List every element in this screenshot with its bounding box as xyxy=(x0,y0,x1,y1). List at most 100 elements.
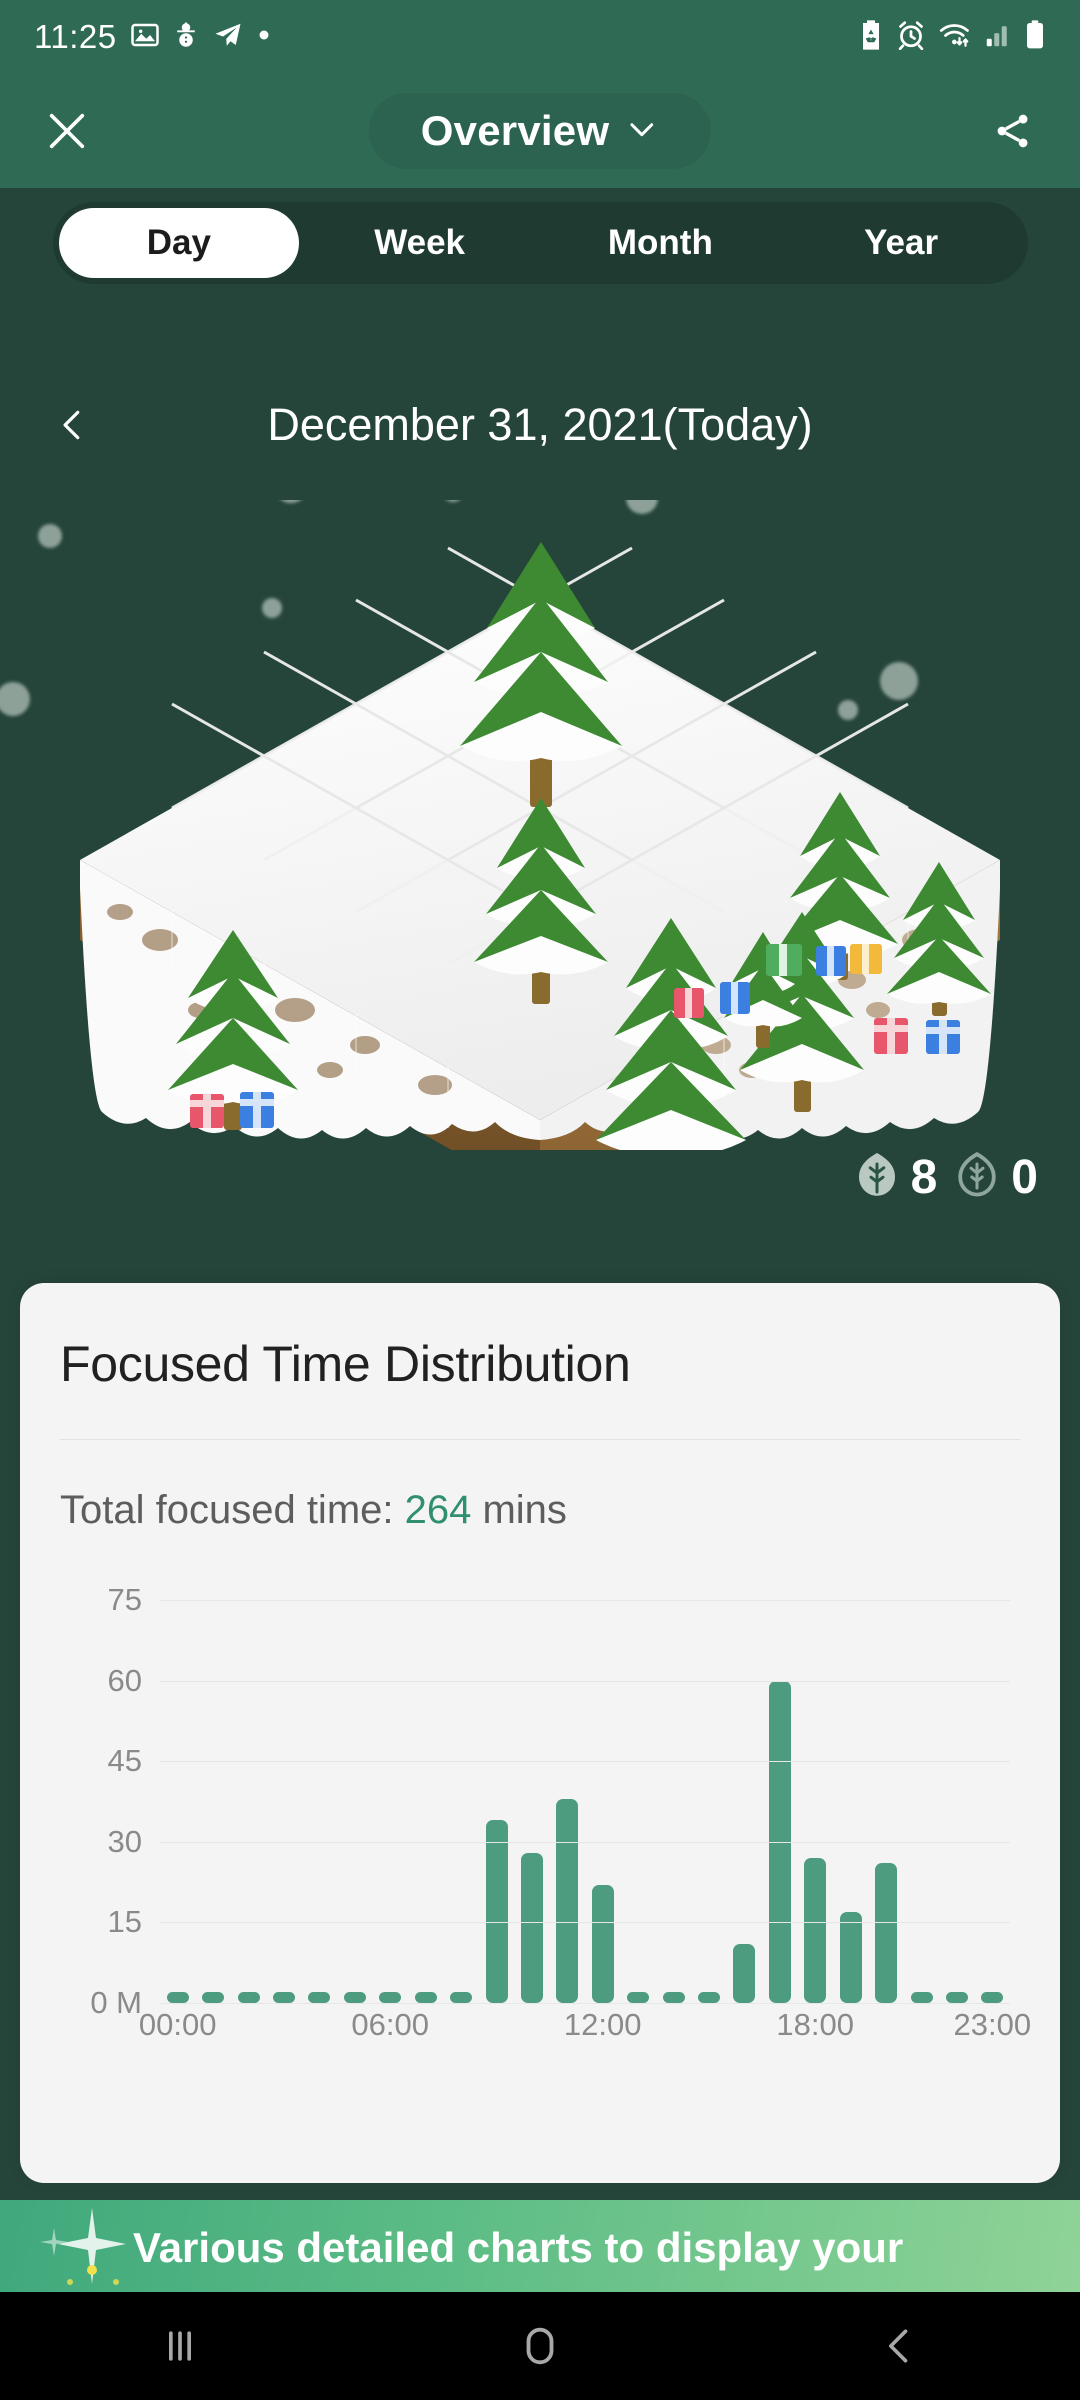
gift-box xyxy=(674,988,704,1018)
gift-box xyxy=(190,1094,224,1128)
alarm-icon xyxy=(896,20,926,55)
snowman-icon xyxy=(173,20,199,55)
chart-bar-slot[interactable] xyxy=(514,1573,549,2003)
chart-bar xyxy=(485,1820,508,2003)
promo-text: Various detailed charts to display your xyxy=(133,2223,904,2271)
healthy-tree-counter: 8 xyxy=(855,1150,938,1204)
period-tabs-track: Day Week Month Year xyxy=(52,202,1028,284)
tab-year[interactable]: Year xyxy=(781,208,1022,278)
chart-bar-slot[interactable] xyxy=(373,1573,408,2003)
chart-gridline xyxy=(160,1761,1010,1763)
chart-bar xyxy=(839,1911,862,2003)
chart-bar xyxy=(450,1992,473,2003)
chart-bar-slot[interactable] xyxy=(550,1573,585,2003)
chart-bar-slot[interactable] xyxy=(798,1573,833,2003)
card-title: Focused Time Distribution xyxy=(60,1336,631,1392)
chart-x-tick: 06:00 xyxy=(351,2007,429,2042)
chart-x-tick: 18:00 xyxy=(776,2007,854,2042)
chart-bar xyxy=(627,1992,650,2003)
focused-time-chart[interactable]: 75 60 45 30 15 0 M 00:00 06:00 12:00 18:00 23:00 xyxy=(60,1573,1031,2063)
chart-bar-slot[interactable] xyxy=(160,1573,195,2003)
tab-day[interactable]: Day xyxy=(58,208,300,278)
telegram-icon xyxy=(212,20,244,55)
battery-icon xyxy=(1024,19,1046,56)
chart-bar-slot[interactable] xyxy=(266,1573,301,2003)
gift-box xyxy=(720,982,750,1014)
chart-bar-slot[interactable] xyxy=(620,1573,655,2003)
chart-bar xyxy=(237,1992,260,2003)
chart-bar-slot[interactable] xyxy=(302,1573,337,2003)
power-saving-icon xyxy=(858,19,884,56)
chart-bar-slot[interactable] xyxy=(231,1573,266,2003)
chart-bar xyxy=(272,1992,295,2003)
leaf-outline-icon xyxy=(955,1151,999,1204)
chart-bar-slot[interactable] xyxy=(195,1573,230,2003)
chart-y-tick: 75 xyxy=(107,1581,142,1617)
chart-bar-slot[interactable] xyxy=(762,1573,797,2003)
gift-box xyxy=(816,946,846,976)
chart-x-axis: 00:00 06:00 12:00 18:00 23:00 xyxy=(139,2007,1031,2057)
chart-bar xyxy=(910,1992,933,2003)
chevron-down-icon xyxy=(625,112,659,151)
snowflake xyxy=(0,682,30,716)
tab-month[interactable]: Month xyxy=(540,208,781,278)
chart-y-tick: 60 xyxy=(107,1662,142,1698)
chart-bar xyxy=(875,1863,898,2003)
chart-bar xyxy=(556,1798,579,2003)
chart-y-tick: 30 xyxy=(107,1823,142,1859)
chart-bar-slot[interactable] xyxy=(443,1573,478,2003)
close-button[interactable] xyxy=(34,98,100,164)
system-nav-bar xyxy=(0,2292,1080,2400)
chart-gridline xyxy=(160,1599,1010,1601)
status-bar-left: 11:25 xyxy=(34,18,271,56)
chart-bar-slot[interactable] xyxy=(691,1573,726,2003)
chart-bar-slot[interactable] xyxy=(727,1573,762,2003)
date-navigation: December 31, 2021(Today) xyxy=(0,380,1080,470)
status-bar-clock: 11:25 xyxy=(34,18,117,55)
home-icon[interactable] xyxy=(465,2292,615,2400)
total-suffix-label: mins xyxy=(471,1488,567,1532)
snowflake xyxy=(274,500,308,503)
recents-icon[interactable] xyxy=(105,2292,255,2400)
chart-bar xyxy=(591,1884,614,2003)
chart-bar-slot[interactable] xyxy=(975,1573,1010,2003)
chart-gridline xyxy=(160,2003,1010,2004)
chart-gridline xyxy=(160,1841,1010,1843)
healthy-tree-count: 8 xyxy=(910,1150,938,1204)
share-button[interactable] xyxy=(980,98,1046,164)
chart-bar xyxy=(308,1992,331,2003)
gift-box xyxy=(240,1092,274,1128)
chart-bar xyxy=(698,1992,721,2003)
chart-gridline xyxy=(160,1680,1010,1682)
snow-island xyxy=(80,542,1000,1150)
chart-bar-slot[interactable] xyxy=(585,1573,620,2003)
total-focused-time: Total focused time: 264 mins xyxy=(60,1440,1020,1533)
chart-bar xyxy=(202,1992,225,2003)
chart-bar-slot[interactable] xyxy=(939,1573,974,2003)
previous-day-button[interactable] xyxy=(28,380,118,470)
snowflake xyxy=(626,500,658,514)
promo-banner[interactable]: Various detailed charts to display your xyxy=(0,2200,1080,2292)
snowflake xyxy=(442,500,464,502)
chart-bar xyxy=(804,1857,827,2003)
chart-bar xyxy=(981,1992,1004,2003)
chart-bar xyxy=(414,1992,437,2003)
tab-week[interactable]: Week xyxy=(299,208,540,278)
gift-box xyxy=(766,944,802,976)
chart-bar-slot[interactable] xyxy=(868,1573,903,2003)
chart-bar-slot[interactable] xyxy=(833,1573,868,2003)
overview-title-dropdown[interactable]: Overview xyxy=(368,93,712,169)
chart-bar-slot[interactable] xyxy=(408,1573,443,2003)
chart-bar-slot[interactable] xyxy=(904,1573,939,2003)
back-icon[interactable] xyxy=(825,2292,975,2400)
chart-gridline xyxy=(160,1922,1010,1924)
chart-bar-slot[interactable] xyxy=(337,1573,372,2003)
chart-x-tick: 00:00 xyxy=(138,2007,217,2042)
total-prefix-label: Total focused time: xyxy=(60,1488,405,1532)
wifi-icon xyxy=(938,20,972,55)
forest-scene[interactable]: 8 0 xyxy=(0,500,1080,1230)
status-bar-right xyxy=(858,19,1046,56)
chart-bar-slot[interactable] xyxy=(479,1573,514,2003)
focused-time-card: Focused Time Distribution Total focused … xyxy=(20,1283,1060,2183)
chart-bar-slot[interactable] xyxy=(656,1573,691,2003)
